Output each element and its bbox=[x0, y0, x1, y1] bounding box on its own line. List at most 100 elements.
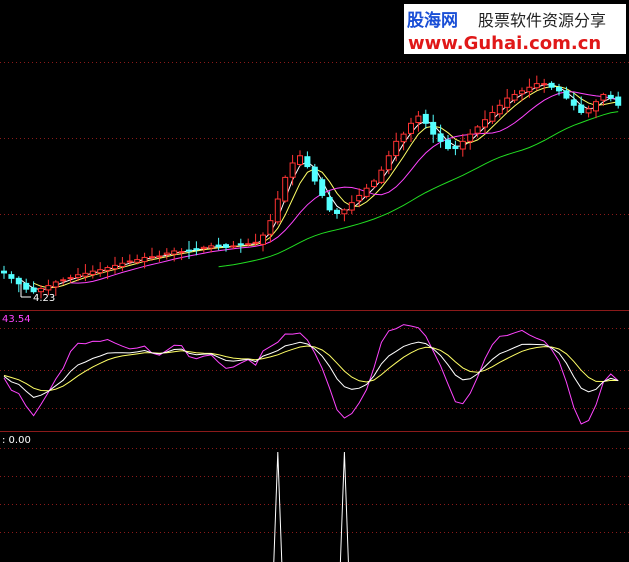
signal-spike bbox=[273, 451, 283, 562]
candle-body bbox=[252, 241, 259, 244]
candle bbox=[319, 177, 326, 199]
candle-body bbox=[526, 86, 533, 93]
kdj-d-line bbox=[3, 345, 619, 392]
candle-body bbox=[15, 277, 22, 285]
moving-average-lines bbox=[18, 84, 619, 291]
candle bbox=[156, 250, 163, 262]
candle-body bbox=[504, 97, 511, 108]
watermark-url: www.Guhai.com.cn bbox=[408, 33, 601, 54]
candle bbox=[311, 163, 318, 185]
candle-body bbox=[422, 113, 429, 124]
candle-body bbox=[52, 281, 59, 288]
candle-body bbox=[274, 198, 281, 223]
candle-body bbox=[385, 155, 392, 171]
candle-body bbox=[75, 274, 81, 278]
candle-body bbox=[89, 270, 96, 275]
candle-body bbox=[615, 96, 622, 106]
candle-body bbox=[496, 104, 503, 115]
candle-body bbox=[245, 243, 252, 246]
candle bbox=[334, 207, 340, 219]
candle-body bbox=[371, 180, 377, 188]
candle bbox=[8, 271, 15, 284]
candle bbox=[163, 248, 170, 260]
candle-body bbox=[437, 133, 444, 142]
candle-body bbox=[186, 249, 192, 252]
candle-body bbox=[474, 126, 481, 134]
candle-body bbox=[489, 111, 496, 122]
candle-body bbox=[156, 255, 163, 258]
candle-body bbox=[215, 244, 222, 248]
candle bbox=[363, 183, 370, 199]
watermark-slogan: 股票软件资源分享 bbox=[478, 11, 606, 30]
candle bbox=[459, 133, 466, 157]
candle bbox=[467, 129, 474, 150]
candle-body bbox=[38, 287, 44, 293]
candle bbox=[393, 132, 400, 162]
candle-body bbox=[445, 139, 451, 150]
candle bbox=[489, 105, 496, 124]
candle-body bbox=[578, 104, 585, 113]
candle-body bbox=[208, 245, 215, 249]
candle-body bbox=[348, 202, 355, 211]
grid-lines bbox=[0, 62, 629, 533]
candle-body bbox=[223, 244, 229, 248]
candle bbox=[593, 99, 599, 119]
ma-magenta-line bbox=[70, 91, 619, 284]
candle-body bbox=[97, 269, 104, 274]
candle-body bbox=[556, 86, 562, 92]
candle-body bbox=[607, 94, 614, 99]
candlesticks bbox=[1, 75, 622, 299]
candle bbox=[578, 96, 585, 115]
candle-body bbox=[282, 176, 289, 202]
watermark-brand: 股海网 bbox=[407, 10, 458, 31]
candle-body bbox=[126, 260, 133, 263]
candle bbox=[60, 277, 67, 285]
candle-body bbox=[82, 272, 89, 277]
low-price-label: 4.23 bbox=[33, 293, 55, 304]
candle bbox=[504, 89, 511, 113]
candle bbox=[112, 256, 118, 274]
candle-body bbox=[600, 93, 607, 101]
candle-body bbox=[141, 256, 148, 263]
candle-body bbox=[319, 179, 326, 196]
candle bbox=[119, 256, 126, 272]
candle-body bbox=[8, 274, 15, 279]
candle bbox=[371, 178, 377, 189]
candle-body bbox=[112, 264, 118, 270]
candle bbox=[607, 91, 614, 102]
candle bbox=[297, 150, 303, 167]
candle-body bbox=[237, 243, 244, 246]
candle-body bbox=[1, 270, 7, 274]
candle-body bbox=[393, 140, 400, 157]
candle-body bbox=[452, 145, 459, 150]
candle bbox=[230, 240, 237, 250]
candle bbox=[445, 134, 451, 151]
candle-body bbox=[482, 119, 488, 128]
candle-body bbox=[585, 108, 592, 114]
candle bbox=[30, 281, 37, 294]
candle bbox=[570, 92, 577, 111]
candle-body bbox=[304, 156, 311, 168]
candle bbox=[430, 114, 437, 143]
candle bbox=[89, 265, 96, 279]
candle-body bbox=[334, 209, 340, 214]
candle bbox=[437, 124, 444, 148]
candle bbox=[548, 81, 555, 90]
candle bbox=[526, 78, 533, 98]
candle bbox=[289, 154, 296, 186]
candle-body bbox=[149, 256, 155, 259]
candle bbox=[415, 111, 422, 132]
candle-body bbox=[23, 282, 30, 290]
candle-body bbox=[326, 197, 333, 211]
candle-body bbox=[363, 187, 370, 197]
candle-body bbox=[163, 252, 170, 256]
candle-body bbox=[30, 287, 37, 293]
stock-chart: 4.23 43.54 : 0.00 股海网 股票软件资源分享 www.Guhai… bbox=[0, 4, 629, 562]
signal-indicator bbox=[273, 451, 349, 562]
candle-body bbox=[459, 140, 466, 150]
candle bbox=[304, 151, 311, 169]
candle-body bbox=[193, 248, 200, 251]
candle-body bbox=[548, 82, 555, 88]
candle-body bbox=[430, 121, 437, 135]
candle-body bbox=[533, 83, 540, 89]
